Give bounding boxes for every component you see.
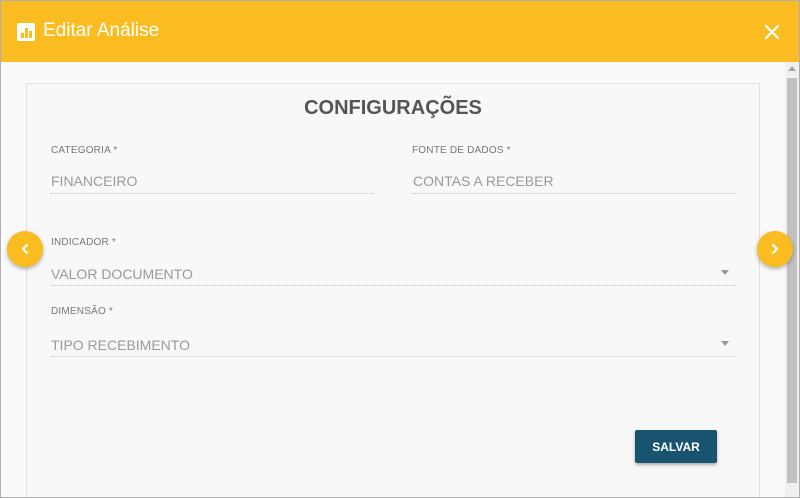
chevron-right-icon bbox=[771, 243, 779, 255]
dimensao-underline bbox=[51, 356, 736, 357]
indicador-value[interactable]: VALOR DOCUMENTO bbox=[51, 266, 193, 282]
categoria-underline bbox=[51, 193, 374, 194]
dimensao-value[interactable]: TIPO RECEBIMENTO bbox=[51, 337, 190, 353]
indicador-dropdown-arrow-icon[interactable] bbox=[721, 270, 729, 275]
scrollbar-thumb[interactable] bbox=[787, 78, 797, 483]
dialog-title: Editar Análise bbox=[43, 20, 160, 41]
dialog-content: CONFIGURAÇÕES CATEGORIA * FINANCEIRO FON… bbox=[1, 62, 785, 497]
vertical-scrollbar[interactable] bbox=[785, 62, 799, 497]
indicador-label: INDICADOR * bbox=[51, 237, 116, 248]
edit-analysis-dialog: Editar Análise CONFIGURAÇÕES CATEGORIA *… bbox=[0, 0, 800, 498]
categoria-label: CATEGORIA * bbox=[51, 145, 118, 156]
fonte-dados-value[interactable]: CONTAS A RECEBER bbox=[413, 173, 554, 189]
fonte-dados-underline bbox=[412, 193, 736, 194]
dialog-header: Editar Análise bbox=[1, 1, 799, 62]
close-icon[interactable] bbox=[758, 18, 786, 46]
fonte-dados-label: FONTE DE DADOS * bbox=[412, 145, 511, 156]
panel-title: CONFIGURAÇÕES bbox=[304, 97, 482, 119]
dimensao-dropdown-arrow-icon[interactable] bbox=[721, 341, 729, 346]
chevron-left-icon bbox=[21, 243, 29, 255]
categoria-value[interactable]: FINANCEIRO bbox=[51, 173, 137, 189]
next-button[interactable] bbox=[757, 231, 793, 267]
dimensao-label: DIMENSÃO * bbox=[51, 306, 114, 317]
save-button[interactable]: SALVAR bbox=[635, 430, 717, 463]
indicador-underline bbox=[51, 285, 736, 286]
scroll-up-arrow-icon[interactable] bbox=[788, 66, 796, 71]
previous-button[interactable] bbox=[7, 231, 43, 267]
configuration-panel: CONFIGURAÇÕES CATEGORIA * FINANCEIRO FON… bbox=[26, 83, 760, 497]
bar-chart-icon bbox=[17, 23, 35, 41]
